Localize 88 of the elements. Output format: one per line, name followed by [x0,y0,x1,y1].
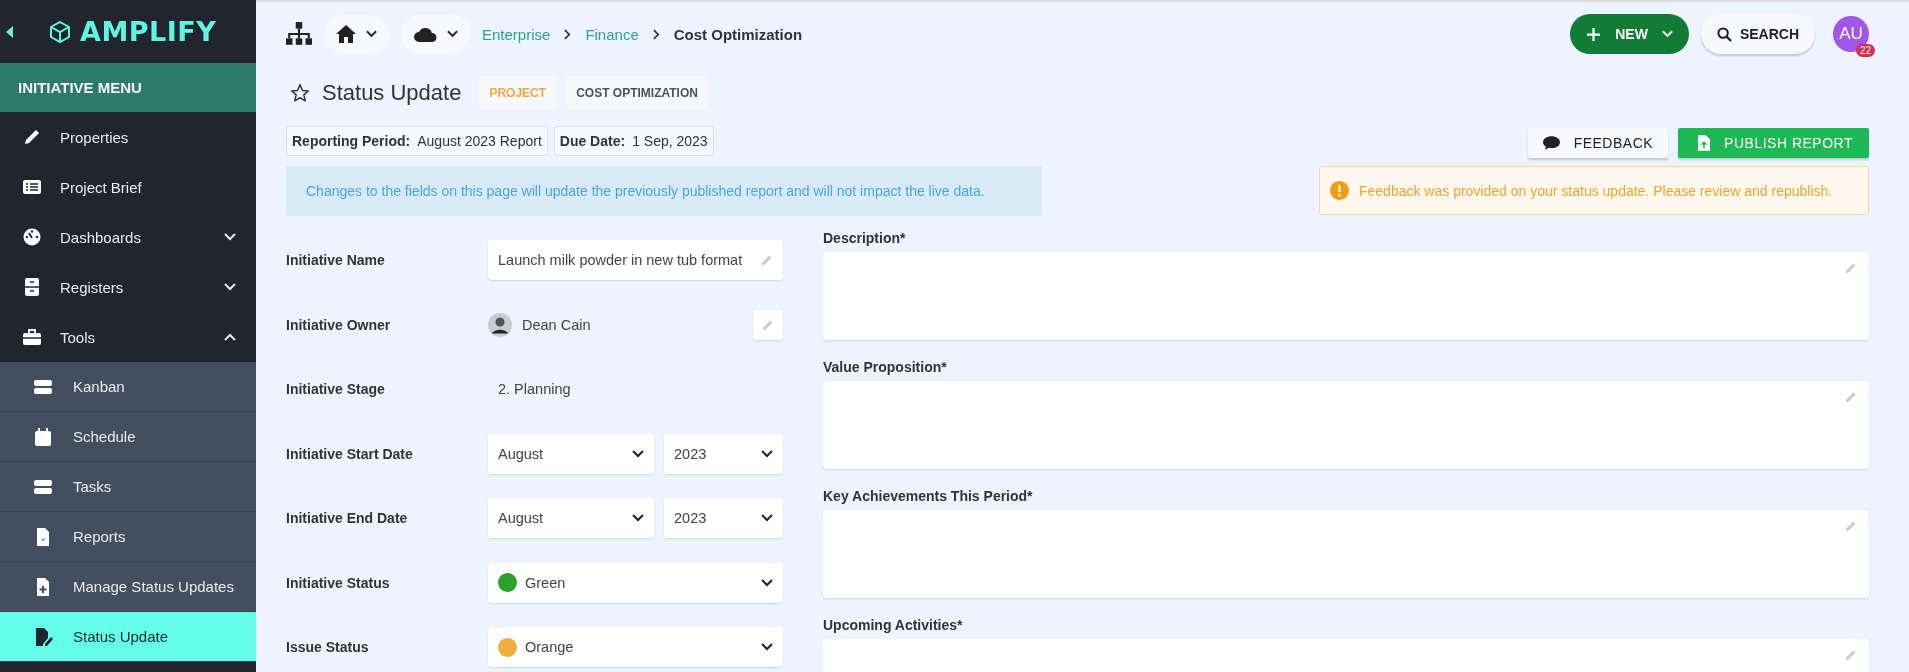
sidebar-subitem[interactable]: Reports [0,512,256,562]
field-label: Initiative End Date [286,510,409,527]
owner-name: Dean Cain [522,316,591,333]
meta-value: 1 Sep, 2023 [632,133,708,149]
menu-title: INITIATIVE MENU [0,63,256,112]
sidebar-subitem[interactable]: Tasks [0,462,256,512]
field-label: Description* [823,229,907,248]
hierarchy-icon[interactable] [286,22,312,46]
sidebar-subitem[interactable]: Schedule [0,412,256,462]
tag: PROJECT [479,76,557,110]
warning-icon [1330,181,1349,200]
pencil-icon [1845,649,1857,661]
field-label: Key Achievements This Period* [823,487,1034,506]
sidebar-item[interactable]: Dashboards [0,212,256,262]
sidebar-subitem[interactable]: Status Update [0,612,256,662]
plus-icon [1586,26,1602,42]
cube-icon [48,19,72,44]
field-label: Upcoming Activities* [823,616,964,635]
field-label: Initiative Owner [286,316,392,333]
chevron-down-icon [447,30,458,38]
toolbox-icon [22,327,42,347]
month-dropdown[interactable]: August [488,433,654,474]
alert-text: Feedback was provided on your status update. Please review and republish. [1359,182,1833,199]
chevron-right-icon [652,28,660,40]
brand-logo[interactable]: AMPLIFY [80,16,217,47]
text-field[interactable]: Launch milk powder in new tub format [488,240,783,281]
field-label: Initiative Name [286,252,386,269]
search-button[interactable]: SEARCH [1700,14,1815,54]
chevron-down-icon [761,514,773,523]
pencil-icon [762,318,774,331]
search-icon [1716,26,1732,42]
sidebar-subitem[interactable]: Kanban [0,362,256,412]
status-dropdown[interactable]: Green [488,562,783,603]
cloud-icon [413,26,437,42]
meta-value: August 2023 Report [417,133,542,149]
chevron-right-icon [564,28,572,40]
notification-badge: 22 [1855,44,1875,57]
sidebar-item[interactable]: Properties [0,112,256,162]
cloud-dropdown[interactable] [401,15,470,53]
meta-label: Reporting Period: [292,133,411,149]
star-icon[interactable] [290,83,310,103]
list-icon [22,177,42,197]
field-value: 2. Planning [497,381,571,398]
year-dropdown[interactable]: 2023 [664,433,783,474]
cabinet-icon [22,277,42,297]
page-title: Status Update [322,80,462,106]
breadcrumb-link[interactable]: Cost Optimization [673,25,803,43]
calendar-icon [33,426,53,447]
year-dropdown[interactable]: 2023 [664,498,783,539]
speech-bubble-icon [1542,136,1560,150]
info-banner: Changes to the fields on this page will update the previously published report and will not impact the live data. [286,166,1042,216]
chevron-down-icon [366,30,377,38]
tag: COST OPTIMIZATION [566,76,708,110]
new-button[interactable]: NEW [1570,14,1689,54]
sidebar-item[interactable]: Tools [0,312,256,362]
field-label: Initiative Status [286,574,391,591]
file-edit-icon [33,626,53,647]
chevron-down-icon [761,643,773,652]
chevron-down-icon [632,449,644,458]
field-label: Value Proposition* [823,358,948,377]
feedback-button[interactable]: FEEDBACK [1527,128,1669,158]
home-dropdown[interactable] [324,15,389,53]
collapse-icon[interactable] [6,25,14,38]
home-icon [336,25,356,43]
pencil-icon [1845,520,1857,532]
chevron-down-icon [224,233,236,241]
chevron-down-icon [1661,30,1673,38]
file-upload-icon [1698,135,1711,151]
meta-label: Due Date: [559,133,626,149]
sidebar-item[interactable]: Registers [0,262,256,312]
sidebar-item[interactable]: Project Brief [0,162,256,212]
avatar-silhouette [488,312,512,337]
chevron-up-icon [224,333,236,341]
pencil-icon [22,127,42,147]
gauge-icon [22,227,42,247]
field-label: Initiative Start Date [286,445,414,462]
month-dropdown[interactable]: August [488,498,654,539]
chevron-down-icon [224,283,236,291]
field-label: Issue Status [286,639,370,656]
pencil-icon [1845,391,1857,403]
pencil-icon [761,254,773,267]
field-label: Initiative Stage [286,381,386,398]
chevron-down-icon [761,578,773,587]
pencil-icon [1845,262,1857,274]
chevron-down-icon [632,514,644,523]
chevron-down-icon [761,449,773,458]
status-dropdown[interactable]: Orange [488,627,783,668]
sidebar-subitem[interactable]: Manage Status Updates [0,562,256,612]
